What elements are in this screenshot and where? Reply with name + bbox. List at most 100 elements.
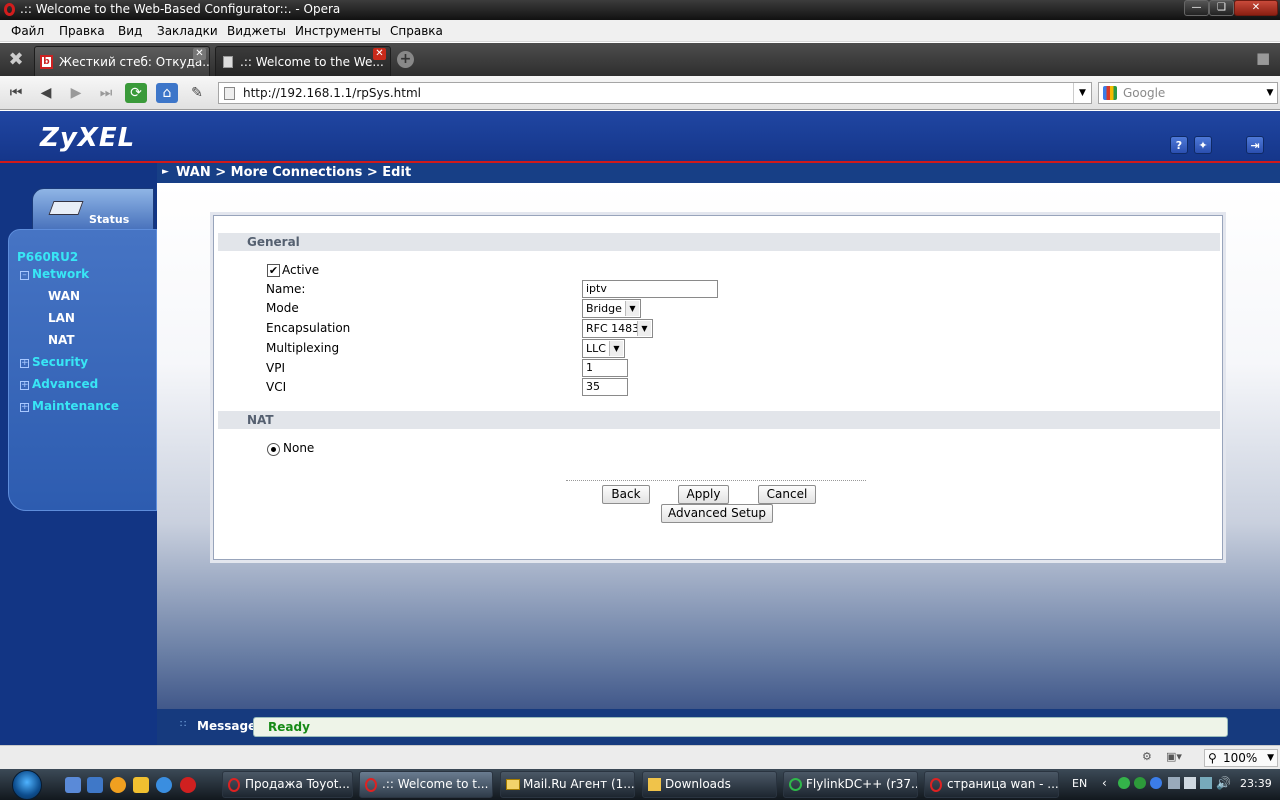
nav-advanced[interactable]: Advanced bbox=[32, 377, 98, 391]
maximize-button[interactable]: ❑ bbox=[1209, 0, 1234, 16]
volume-icon[interactable]: 🔊 bbox=[1216, 776, 1231, 790]
back-icon[interactable]: ◀ bbox=[35, 83, 57, 103]
flylink-tray-icon[interactable] bbox=[1134, 777, 1146, 789]
start-button[interactable] bbox=[12, 770, 42, 800]
close-button[interactable]: ✕ bbox=[1234, 0, 1278, 16]
wizard-icon[interactable]: ✦ bbox=[1194, 136, 1212, 154]
media-player-icon[interactable] bbox=[133, 777, 149, 793]
menu-bookmarks[interactable]: Закладки bbox=[157, 24, 218, 38]
opera-icon bbox=[930, 778, 942, 792]
encapsulation-select[interactable]: RFC 1483 ▼ bbox=[582, 319, 653, 338]
main-area: General ✔ Active Name: iptv Mode Bridge … bbox=[157, 183, 1280, 709]
minimize-button[interactable]: — bbox=[1184, 0, 1209, 16]
help-icon[interactable]: ? bbox=[1170, 136, 1188, 154]
vci-input[interactable]: 35 bbox=[582, 378, 628, 396]
maintenance-expand-icon[interactable]: + bbox=[20, 403, 29, 412]
encapsulation-label: Encapsulation bbox=[266, 321, 351, 335]
camera-icon[interactable]: ▣▾ bbox=[1166, 750, 1190, 764]
turbo-icon[interactable]: ⚙ bbox=[1142, 750, 1158, 764]
taskbar-button-2-label: .:: Welcome to t... bbox=[382, 777, 489, 791]
taskbar-button-3[interactable]: Mail.Ru Агент (1... bbox=[500, 771, 635, 798]
clock[interactable]: 23:39 bbox=[1240, 777, 1272, 790]
battery-tray-icon[interactable] bbox=[1184, 777, 1196, 789]
active-checkbox[interactable]: ✔ bbox=[267, 264, 280, 277]
new-tab-plus-icon[interactable]: + bbox=[397, 51, 414, 68]
search-field[interactable]: Google ▼ bbox=[1098, 82, 1278, 104]
tab-1[interactable]: b Жесткий стеб: Откуда... ✕ bbox=[34, 46, 210, 76]
mail-agent-icon[interactable] bbox=[110, 777, 126, 793]
message-bar: ∷ Message Ready bbox=[157, 709, 1280, 745]
message-dots-icon: ∷ bbox=[180, 719, 187, 730]
breadcrumb: ► WAN > More Connections > Edit bbox=[157, 163, 1280, 183]
windows-taskbar: Продажа Toyot... .:: Welcome to t... Mai… bbox=[0, 769, 1280, 800]
advanced-expand-icon[interactable]: + bbox=[20, 381, 29, 390]
tray-expand-icon[interactable]: ‹ bbox=[1102, 776, 1107, 790]
opera-quicklaunch-icon[interactable] bbox=[180, 777, 196, 793]
cancel-button[interactable]: Cancel bbox=[758, 485, 816, 504]
encapsulation-dropdown-icon: ▼ bbox=[637, 321, 651, 336]
opera-icon bbox=[365, 778, 377, 792]
trash-icon[interactable]: ■ bbox=[1256, 49, 1272, 69]
search-dropdown-icon[interactable]: ▼ bbox=[1263, 83, 1277, 103]
tab-2-close-icon[interactable]: ✕ bbox=[373, 48, 386, 60]
name-label: Name: bbox=[266, 282, 306, 296]
reload-icon[interactable]: ⟳ bbox=[125, 83, 147, 103]
menu-help[interactable]: Справка bbox=[390, 24, 443, 38]
menu-tools[interactable]: Инструменты bbox=[295, 24, 381, 38]
google-icon bbox=[1103, 86, 1117, 100]
taskbar-button-3-label: Mail.Ru Агент (1... bbox=[523, 777, 635, 791]
back-button[interactable]: Back bbox=[602, 485, 650, 504]
mode-select[interactable]: Bridge ▼ bbox=[582, 299, 641, 318]
agent-tray-icon[interactable] bbox=[1150, 777, 1162, 789]
menu-edit[interactable]: Правка bbox=[59, 24, 105, 38]
explorer-icon[interactable] bbox=[87, 777, 103, 793]
vpi-input[interactable]: 1 bbox=[582, 359, 628, 377]
multiplexing-dropdown-icon: ▼ bbox=[609, 341, 623, 356]
nat-none-label: None bbox=[283, 441, 315, 455]
taskbar-button-6[interactable]: страница wan - ... bbox=[924, 771, 1059, 798]
multiplexing-label: Multiplexing bbox=[266, 341, 340, 355]
apply-button[interactable]: Apply bbox=[678, 485, 729, 504]
taskbar-button-4[interactable]: Downloads bbox=[642, 771, 777, 798]
network-tray-icon[interactable] bbox=[1200, 777, 1212, 789]
menu-view[interactable]: Вид bbox=[118, 24, 142, 38]
address-field[interactable]: http://192.168.1.1/rpSys.html ▼ bbox=[218, 82, 1092, 104]
rewind-icon[interactable]: ⏮ bbox=[5, 83, 27, 103]
menu-widgets[interactable]: Виджеты bbox=[227, 24, 286, 38]
address-dropdown-icon[interactable]: ▼ bbox=[1073, 83, 1091, 103]
forward-icon[interactable]: ▶ bbox=[65, 83, 87, 103]
multiplexing-select[interactable]: LLC ▼ bbox=[582, 339, 625, 358]
usb-tray-icon[interactable] bbox=[1168, 777, 1180, 789]
zyxel-logo: ZyXEL bbox=[40, 123, 136, 153]
tools-icon[interactable]: ✖ bbox=[5, 49, 27, 71]
tab-2[interactable]: .:: Welcome to the We... ✕ bbox=[215, 46, 391, 76]
general-section-title: General bbox=[247, 235, 300, 249]
nat-none-radio[interactable] bbox=[267, 443, 280, 456]
name-input[interactable]: iptv bbox=[582, 280, 718, 298]
show-desktop-icon[interactable] bbox=[65, 777, 81, 793]
language-indicator[interactable]: EN bbox=[1072, 777, 1087, 790]
nav-network[interactable]: Network bbox=[32, 267, 89, 281]
nav-maintenance[interactable]: Maintenance bbox=[32, 399, 119, 413]
nav-nat[interactable]: NAT bbox=[48, 333, 75, 347]
logout-icon[interactable]: ⇥ bbox=[1246, 136, 1264, 154]
network-collapse-icon[interactable]: – bbox=[20, 271, 29, 280]
icq-tray-icon[interactable] bbox=[1118, 777, 1130, 789]
nav-lan[interactable]: LAN bbox=[48, 311, 75, 325]
tab-1-close-icon[interactable]: ✕ bbox=[193, 48, 206, 60]
menu-file[interactable]: Файл bbox=[11, 24, 44, 38]
fast-forward-icon[interactable]: ⏭ bbox=[95, 83, 117, 103]
mode-dropdown-icon: ▼ bbox=[625, 301, 639, 316]
advanced-setup-button[interactable]: Advanced Setup bbox=[661, 504, 773, 523]
zoom-control[interactable]: ⚲ 100% ▼ bbox=[1204, 749, 1278, 767]
edit-pen-icon[interactable]: ✎ bbox=[186, 83, 208, 103]
home-icon[interactable]: ⌂ bbox=[156, 83, 178, 103]
taskbar-button-5[interactable]: FlylinkDC++ (r37... bbox=[783, 771, 918, 798]
nav-security[interactable]: Security bbox=[32, 355, 88, 369]
internet-explorer-icon[interactable] bbox=[156, 777, 172, 793]
flylink-icon bbox=[789, 778, 802, 791]
taskbar-button-2[interactable]: .:: Welcome to t... bbox=[359, 771, 493, 798]
nav-wan[interactable]: WAN bbox=[48, 289, 80, 303]
security-expand-icon[interactable]: + bbox=[20, 359, 29, 368]
taskbar-button-1[interactable]: Продажа Toyot... bbox=[222, 771, 353, 798]
